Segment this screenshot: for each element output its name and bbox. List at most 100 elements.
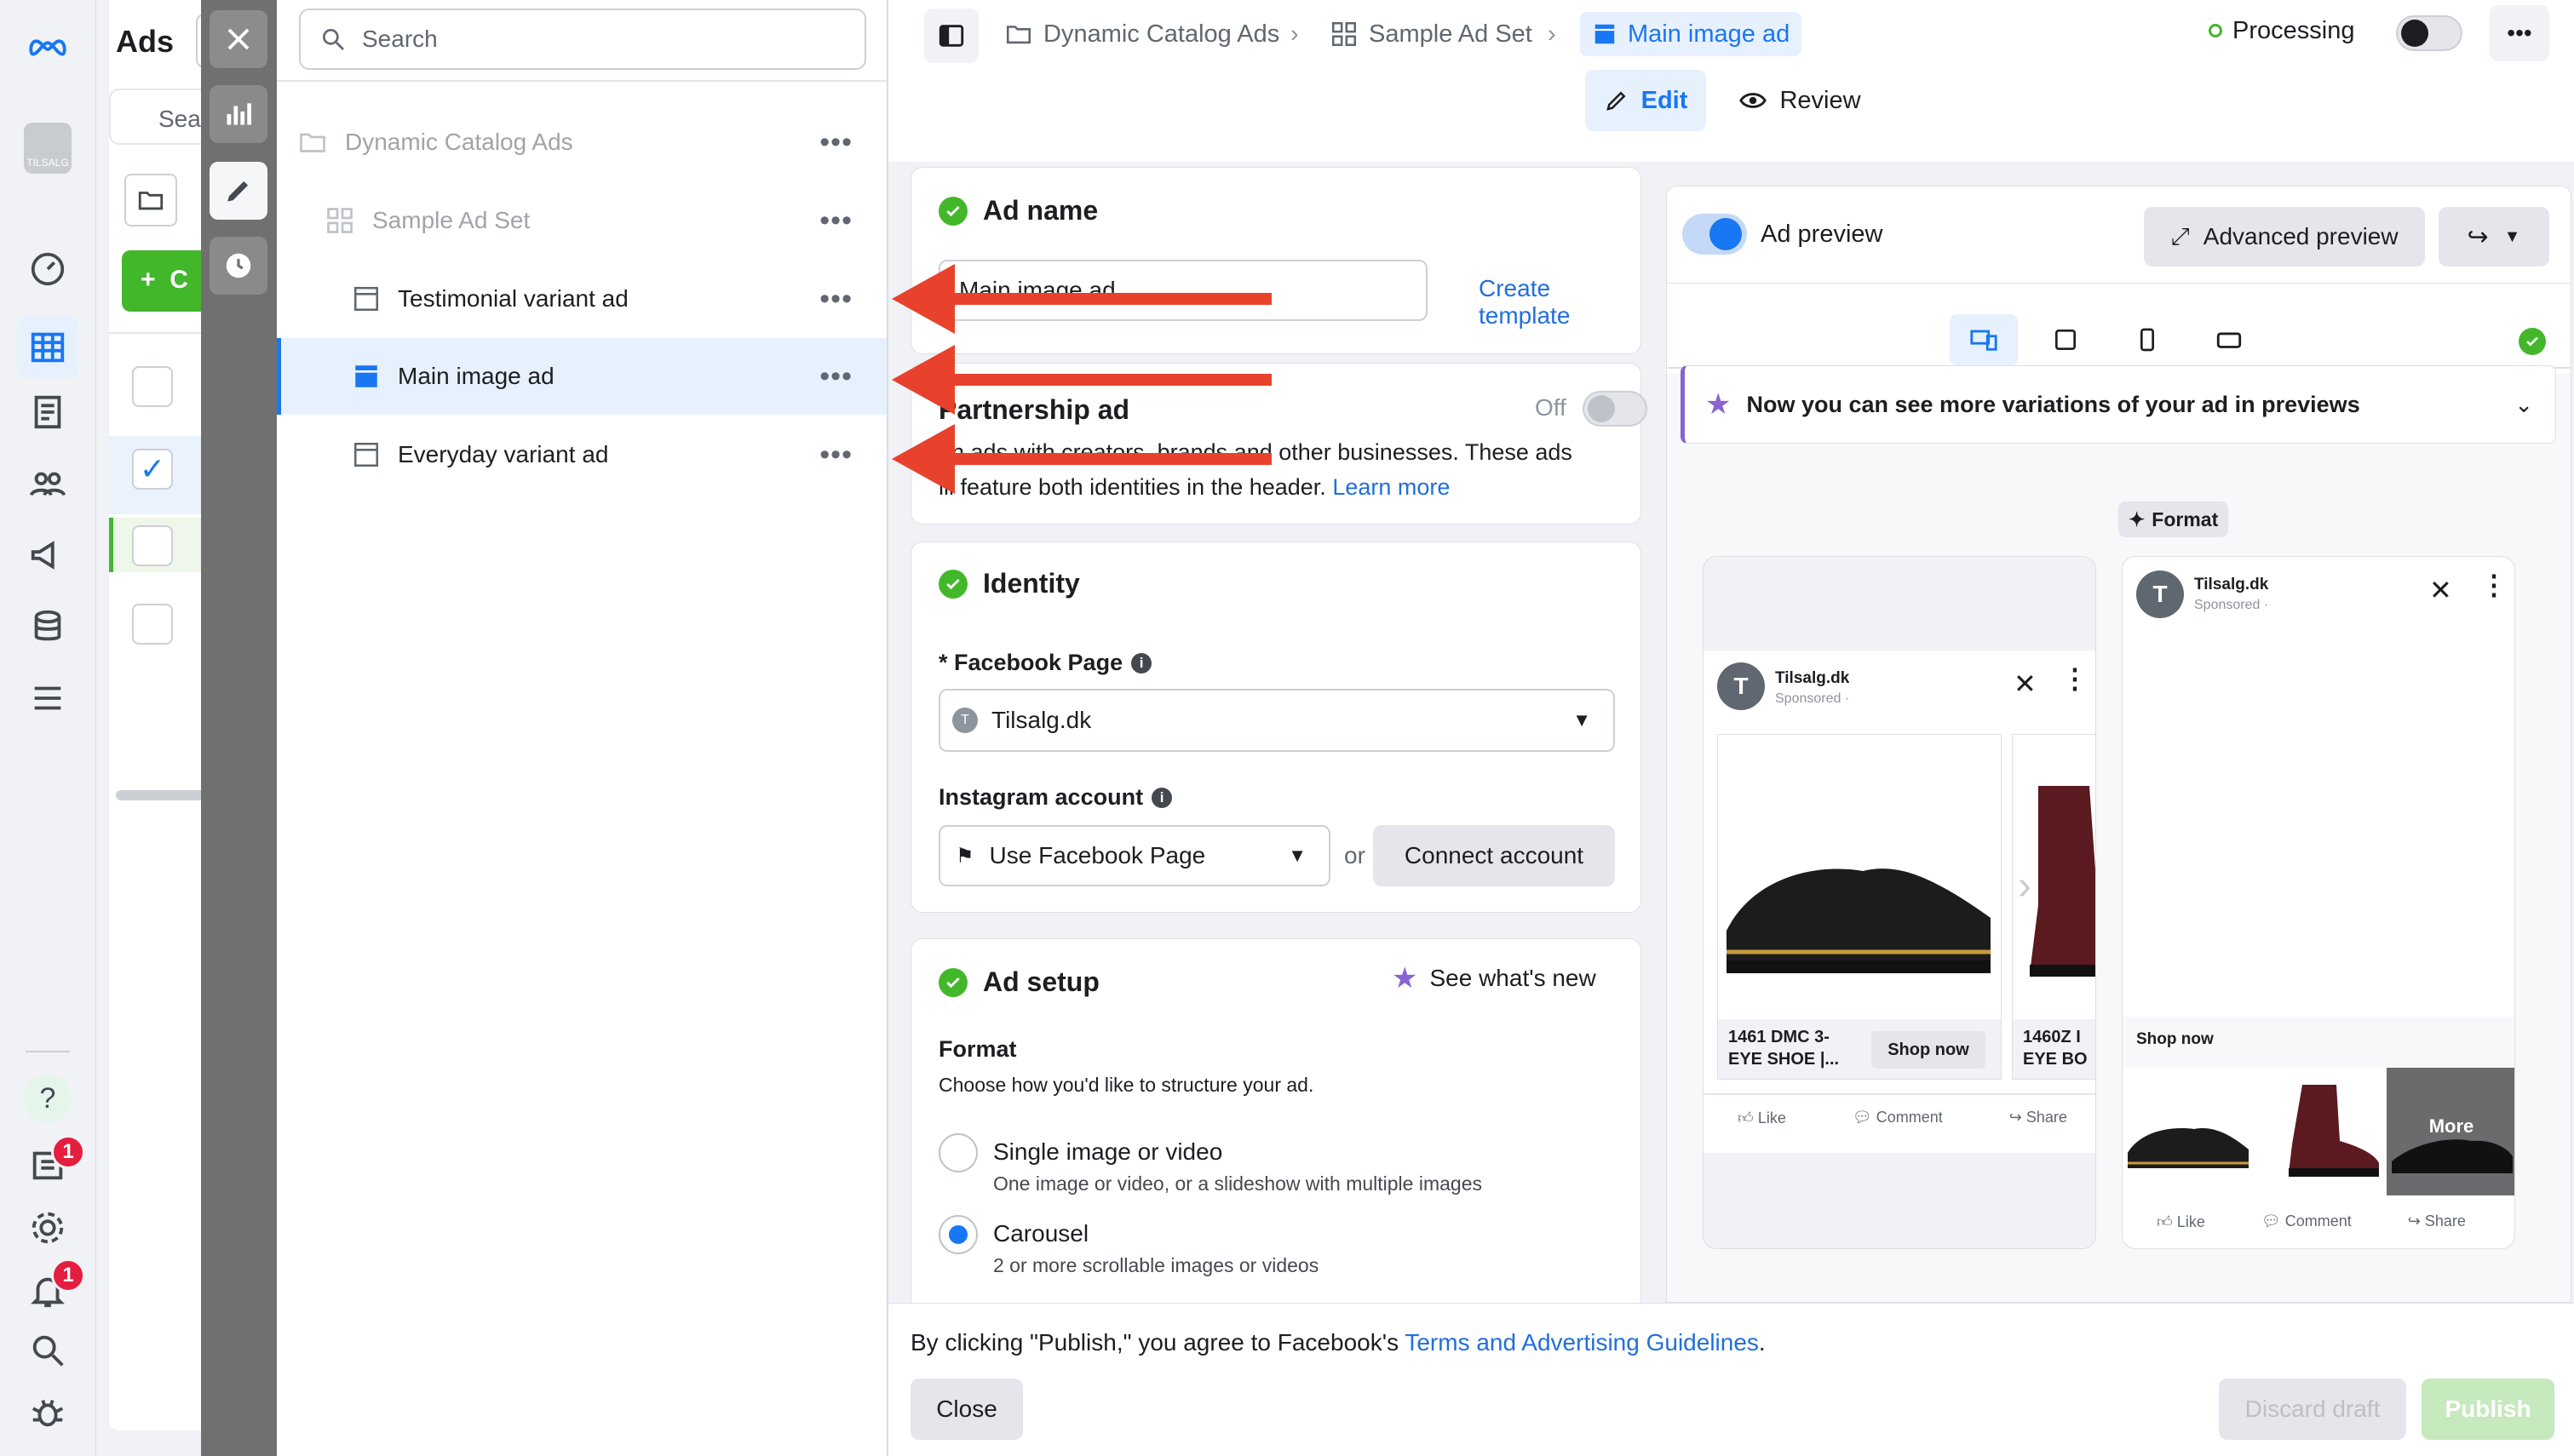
menu-hamburger-icon[interactable] [24, 674, 72, 722]
account-avatar[interactable]: TILSALG [24, 123, 72, 174]
horizontal-tab[interactable] [2195, 314, 2263, 365]
publish-button[interactable]: Publish [2422, 1379, 2554, 1440]
red-boot-thumb[interactable] [2255, 1068, 2384, 1195]
breadcrumb-adset[interactable]: Sample Ad Set [1330, 12, 1532, 56]
vertical-tab[interactable] [2113, 314, 2181, 365]
feed-preview-mockup: T Tilsalg.dk Sponsored · ✕ ⋮ 1461 DMC 3-… [1703, 556, 2096, 1249]
tree-search-input[interactable]: Search [299, 9, 866, 70]
info-icon[interactable]: i [1152, 787, 1173, 808]
row-checkbox[interactable] [132, 525, 173, 566]
variations-banner[interactable]: ★ Now you can see more variations of you… [1681, 365, 2556, 444]
close-editor-button[interactable] [210, 10, 267, 68]
square-tab[interactable] [2031, 314, 2100, 365]
row-checkbox-checked[interactable]: ✓ [132, 449, 173, 490]
ad-preview-toggle[interactable] [1682, 214, 1747, 255]
tree-item-adset[interactable]: Sample Ad Set ••• [277, 182, 887, 259]
more-options-icon[interactable]: ••• [819, 360, 853, 393]
more-menu-button[interactable]: ••• [2490, 5, 2549, 61]
row-checkbox[interactable] [132, 366, 173, 407]
whats-new-button[interactable]: ★ See what's new [1392, 961, 1596, 995]
share-dropdown-button[interactable]: ↪ ▼ [2439, 207, 2549, 267]
status-toggle[interactable] [2396, 15, 2462, 51]
caret-down-icon: ▼ [2503, 226, 2521, 246]
learn-more-link[interactable]: Learn more [1332, 474, 1450, 500]
breadcrumb-campaign[interactable]: Dynamic Catalog Ads [1004, 12, 1279, 56]
kebab-menu-icon[interactable]: ⋮ [2061, 662, 2089, 695]
create-template-link[interactable]: Create template [1479, 275, 1640, 330]
more-options-icon[interactable]: ••• [819, 126, 853, 159]
more-thumb[interactable]: More [2387, 1068, 2514, 1195]
ad-preview-label: Ad preview [1761, 221, 1883, 248]
discard-draft-button[interactable]: Discard draft [2219, 1379, 2406, 1440]
close-button[interactable]: Close [911, 1379, 1023, 1440]
carousel-card-1[interactable]: 1461 DMC 3- EYE SHOE |... Shop now [1717, 734, 2002, 1080]
annotation-arrow-1 [892, 264, 1272, 334]
partnership-toggle[interactable] [1583, 391, 1647, 427]
like-button[interactable]: 👍︎ Like [1738, 1109, 1786, 1127]
meta-logo-icon[interactable] [24, 24, 72, 72]
facebook-page-select[interactable]: T Tilsalg.dk ▼ [939, 689, 1615, 752]
audience-people-icon[interactable] [24, 460, 72, 507]
terms-link[interactable]: Terms and Advertising Guidelines [1405, 1329, 1759, 1356]
edit-pencil-button[interactable] [210, 162, 267, 220]
settings-gear-icon[interactable] [24, 1204, 72, 1252]
eye-icon [1739, 93, 1767, 108]
tree-divider [277, 80, 887, 82]
kebab-menu-icon[interactable]: ⋮ [2480, 569, 2508, 601]
comment-button[interactable]: 💬︎ Comment [1853, 1109, 1943, 1127]
page-avatar: T [952, 708, 978, 733]
dashboard-gauge-icon[interactable] [24, 245, 72, 293]
share-button[interactable]: ↪ Share [2009, 1109, 2067, 1127]
campaigns-table-icon[interactable] [17, 317, 78, 378]
performance-chart-button[interactable] [210, 85, 267, 143]
tree-item-ad-selected[interactable]: Main image ad ••• [277, 338, 887, 415]
tree-item-ad[interactable]: Testimonial variant ad ••• [277, 261, 887, 337]
product-title: 1461 DMC 3- [1728, 1028, 1830, 1046]
horizontal-scrollbar[interactable] [116, 790, 210, 800]
advanced-preview-button[interactable]: ⤢ Advanced preview [2144, 207, 2425, 267]
more-options-icon[interactable]: ••• [819, 204, 853, 238]
legal-end: . [1758, 1329, 1766, 1356]
phone-icon [2140, 328, 2154, 352]
close-icon[interactable]: ✕ [2014, 668, 2037, 700]
background-ads-card: Ads Sea + C ✓ [109, 0, 224, 1430]
tab-review[interactable]: Review [1732, 70, 1868, 131]
chevron-right-icon[interactable]: › [2018, 863, 2031, 909]
tab-edit[interactable]: Edit [1585, 70, 1706, 131]
more-options-icon[interactable]: ••• [819, 283, 853, 316]
black-shoe-thumb[interactable] [2123, 1068, 2252, 1195]
tree-item-ad[interactable]: Everyday variant ad ••• [277, 416, 887, 493]
radio-carousel[interactable] [939, 1215, 978, 1254]
close-icon[interactable]: ✕ [2429, 574, 2452, 606]
shop-now-button[interactable]: Shop now [1871, 1031, 1985, 1069]
bug-icon[interactable] [24, 1388, 72, 1436]
tree-item-campaign[interactable]: Dynamic Catalog Ads ••• [277, 104, 887, 181]
like-button[interactable]: 👍︎ Like [2157, 1212, 2205, 1231]
toggle-panel-button[interactable] [924, 9, 979, 63]
instagram-account-select[interactable]: ⚑ Use Facebook Page ▼ [939, 825, 1330, 886]
product-title: EYE BO [2023, 1050, 2088, 1069]
all-placements-tab[interactable] [1950, 314, 2018, 365]
row-checkbox[interactable] [132, 604, 173, 645]
catalog-database-icon[interactable] [24, 603, 72, 651]
ad-setup-title: Ad setup [983, 966, 1100, 997]
search-icon[interactable] [24, 1327, 72, 1374]
star-icon: ★ [1392, 962, 1418, 995]
megaphone-icon[interactable] [24, 531, 72, 579]
info-icon[interactable]: i [1131, 652, 1152, 674]
help-icon[interactable]: ? [24, 1075, 72, 1122]
share-button[interactable]: ↪ Share [2408, 1212, 2466, 1231]
breadcrumb-ad[interactable]: Main image ad [1580, 12, 1802, 56]
adset-grid-icon [327, 208, 353, 233]
help-badge: 1 [51, 1135, 85, 1169]
more-options-icon[interactable]: ••• [819, 439, 853, 472]
radio-single-image[interactable] [939, 1133, 978, 1172]
carousel-card-2[interactable]: › 1460Z I EYE BO [2012, 734, 2095, 1080]
folder-upload-icon[interactable] [124, 174, 177, 226]
reaction-bar: 👍︎ Like 💬︎ Comment ↪ Share [1738, 1109, 2067, 1127]
pages-icon[interactable] [24, 388, 72, 436]
history-button[interactable] [210, 237, 267, 295]
comment-button[interactable]: 💬︎ Comment [2261, 1212, 2352, 1231]
identity-title: Identity [983, 568, 1080, 599]
connect-account-button[interactable]: Connect account [1373, 825, 1615, 886]
